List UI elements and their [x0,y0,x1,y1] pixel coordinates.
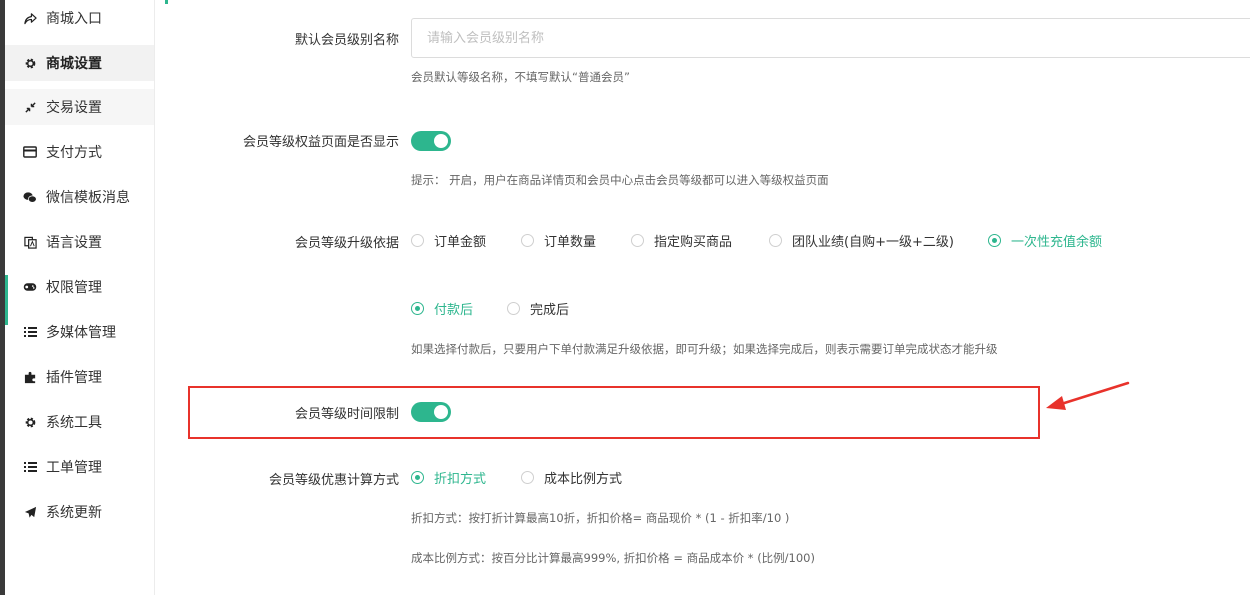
list-icon [23,326,37,338]
radio-discount-method[interactable]: 折扣方式 [411,468,486,487]
radio-circle [411,234,424,247]
default-level-name-input[interactable] [411,18,1250,58]
sidebar-item-mall-settings[interactable]: 商城设置 [5,45,154,81]
radio-circle [631,234,644,247]
toggle-knob [434,405,448,419]
radio-specified-product[interactable]: 指定购买商品 [631,231,732,250]
upgrade-basis-label: 会员等级升级依据 [294,236,399,251]
sidebar-item-tickets[interactable]: 工单管理 [5,449,154,485]
radio-one-time-recharge[interactable]: 一次性充值余额 [988,231,1102,250]
credit-card-icon [23,146,37,158]
radio-circle [521,471,534,484]
sidebar-item-label: 权限管理 [46,280,102,296]
wechat-icon [23,191,37,204]
top-accent-mark [165,0,168,4]
sidebar-item-label: 多媒体管理 [46,325,116,341]
language-icon [23,236,37,249]
discount-calc-label: 会员等级优惠计算方式 [268,473,399,488]
list-icon [23,461,37,473]
level-time-limit-toggle[interactable] [411,402,451,422]
sidebar-item-label: 系统工具 [46,415,102,431]
rights-page-display-hint: 提示： 开启，用户在商品详情页和会员中心点击会员等级都可以进入等级权益页面 [411,173,829,187]
cost-ratio-method-hint: 成本比例方式：按百分比计算最高999%, 折扣价格 = 商品成本价 * (比例/… [411,551,815,565]
gamepad-icon [23,282,37,292]
gear-icon [23,57,37,70]
sidebar-item-label: 插件管理 [46,370,102,386]
sidebar-item-permissions[interactable]: 权限管理 [5,269,154,305]
discount-method-hint: 折扣方式：按打折计算最高10折，折扣价格= 商品现价 * (1 - 折扣率/10… [411,511,790,525]
radio-circle [411,471,424,484]
sidebar-item-label: 商城入口 [46,11,102,27]
rights-page-display-label: 会员等级权益页面是否显示 [242,135,399,150]
radio-after-completion[interactable]: 完成后 [507,299,569,318]
radio-order-count[interactable]: 订单数量 [521,231,596,250]
rights-page-display-toggle[interactable] [411,131,451,151]
puzzle-icon [23,371,37,384]
default-level-name-hint: 会员默认等级名称，不填写默认“普通会员” [411,70,630,84]
radio-team-performance[interactable]: 团队业绩(自购+一级+二级) [769,231,954,250]
upgrade-timing-hint: 如果选择付款后，只要用户下单付款满足升级依据，即可升级；如果选择完成后，则表示需… [411,342,998,356]
radio-circle [988,234,1001,247]
toggle-knob [434,134,448,148]
radio-circle [507,302,520,315]
sidebar: 商城入口 商城设置 交易设置 支付方式 微信模板消息 语言设置 权限管理 多媒体… [5,0,155,595]
default-level-name-label: 默认会员级别名称 [294,33,399,48]
sidebar-item-mall-entry[interactable]: 商城入口 [5,0,154,36]
radio-after-payment[interactable]: 付款后 [411,299,473,318]
sidebar-item-system-update[interactable]: 系统更新 [5,494,154,530]
sidebar-item-label: 工单管理 [46,460,102,476]
sidebar-item-payment-methods[interactable]: 支付方式 [5,134,154,170]
radio-order-amount[interactable]: 订单金额 [411,231,486,250]
sidebar-item-label: 语言设置 [46,235,102,251]
sidebar-item-label: 商城设置 [46,56,102,72]
sidebar-item-system-tools[interactable]: 系统工具 [5,404,154,440]
sidebar-item-media[interactable]: 多媒体管理 [5,314,154,350]
sidebar-item-wechat-template[interactable]: 微信模板消息 [5,179,154,215]
compress-icon [23,101,37,114]
radio-circle [521,234,534,247]
sidebar-item-plugins[interactable]: 插件管理 [5,359,154,395]
share-icon [23,12,37,25]
sidebar-item-label: 微信模板消息 [46,190,130,206]
level-time-limit-label: 会员等级时间限制 [294,407,399,422]
sidebar-item-label: 系统更新 [46,505,102,521]
sidebar-item-label: 交易设置 [46,100,102,116]
radio-circle [769,234,782,247]
radio-cost-ratio-method[interactable]: 成本比例方式 [521,468,622,487]
radio-circle [411,302,424,315]
sidebar-item-trade-settings[interactable]: 交易设置 [5,89,154,125]
sidebar-item-label: 支付方式 [46,145,102,161]
red-arrow-icon [1046,381,1130,410]
paper-plane-icon [23,506,37,519]
sidebar-item-language-settings[interactable]: 语言设置 [5,224,154,260]
gear-icon [23,416,37,429]
